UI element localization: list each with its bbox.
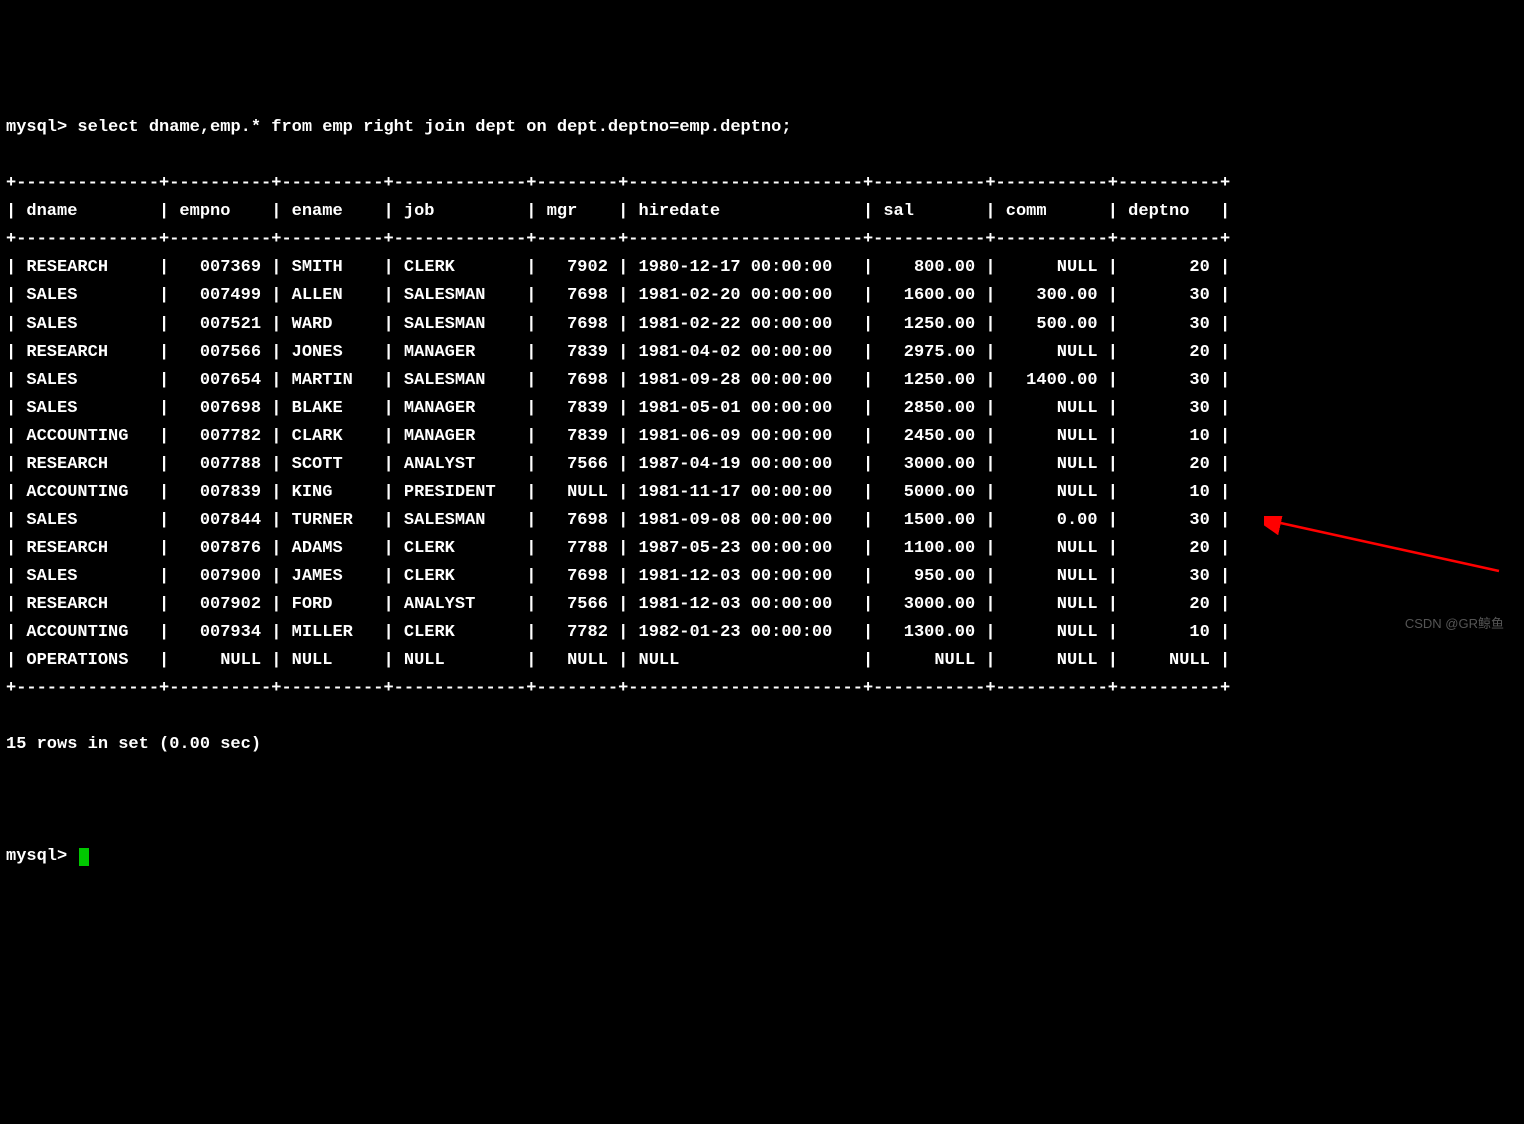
- watermark-text: CSDN @GR鲸鱼: [1405, 613, 1504, 634]
- cursor-block: [79, 848, 89, 866]
- query-line: mysql> select dname,emp.* from emp right…: [6, 114, 1518, 142]
- table-row: | OPERATIONS | NULL | NULL | NULL | NULL…: [6, 647, 1518, 675]
- table-row: | ACCOUNTING | 007782 | CLARK | MANAGER …: [6, 423, 1518, 451]
- table-row: | dname | empno | ename | job | mgr | hi…: [6, 198, 1518, 226]
- result-table: +--------------+----------+----------+--…: [6, 170, 1518, 703]
- table-row: | SALES | 007844 | TURNER | SALESMAN | 7…: [6, 507, 1518, 535]
- table-row: | RESEARCH | 007788 | SCOTT | ANALYST | …: [6, 451, 1518, 479]
- prompt-line[interactable]: mysql>: [6, 843, 1518, 871]
- table-row: | SALES | 007499 | ALLEN | SALESMAN | 76…: [6, 282, 1518, 310]
- table-row: | RESEARCH | 007369 | SMITH | CLERK | 79…: [6, 254, 1518, 282]
- table-row: | SALES | 007698 | BLAKE | MANAGER | 783…: [6, 395, 1518, 423]
- mysql-prompt: mysql>: [6, 118, 77, 137]
- table-row: | RESEARCH | 007902 | FORD | ANALYST | 7…: [6, 591, 1518, 619]
- sql-query: select dname,emp.* from emp right join d…: [77, 118, 791, 137]
- summary-line: 15 rows in set (0.00 sec): [6, 731, 1518, 759]
- blank-line: [6, 787, 1518, 815]
- table-row: | RESEARCH | 007566 | JONES | MANAGER | …: [6, 339, 1518, 367]
- table-row: | SALES | 007654 | MARTIN | SALESMAN | 7…: [6, 367, 1518, 395]
- mysql-prompt-2: mysql>: [6, 847, 77, 866]
- table-row: | RESEARCH | 007876 | ADAMS | CLERK | 77…: [6, 535, 1518, 563]
- table-row: | SALES | 007900 | JAMES | CLERK | 7698 …: [6, 563, 1518, 591]
- table-row: +--------------+----------+----------+--…: [6, 226, 1518, 254]
- table-row: +--------------+----------+----------+--…: [6, 675, 1518, 703]
- table-row: +--------------+----------+----------+--…: [6, 170, 1518, 198]
- table-row: | ACCOUNTING | 007934 | MILLER | CLERK |…: [6, 619, 1518, 647]
- table-row: | ACCOUNTING | 007839 | KING | PRESIDENT…: [6, 479, 1518, 507]
- table-row: | SALES | 007521 | WARD | SALESMAN | 769…: [6, 311, 1518, 339]
